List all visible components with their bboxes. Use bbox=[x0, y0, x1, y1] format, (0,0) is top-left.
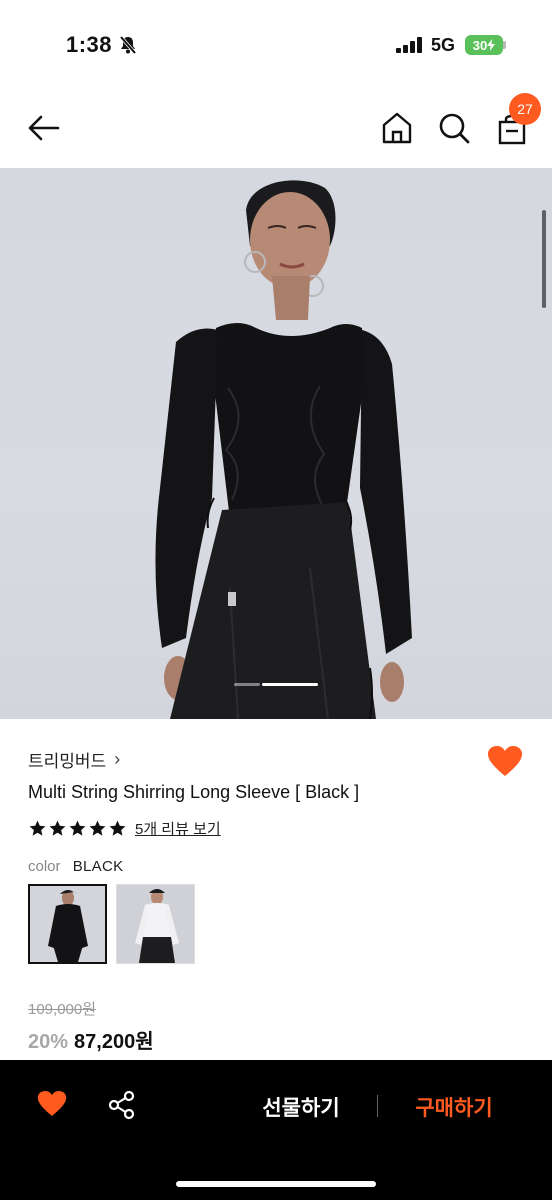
home-icon bbox=[382, 112, 412, 144]
review-link[interactable]: 5개 리뷰 보기 bbox=[135, 818, 221, 839]
product-title: Multi String Shirring Long Sleeve [ Blac… bbox=[28, 782, 360, 802]
charging-icon bbox=[487, 39, 496, 51]
color-row: color BLACK bbox=[28, 858, 123, 875]
carousel-indicator-active bbox=[262, 683, 318, 686]
sale-price: 87,200원 bbox=[74, 1031, 154, 1053]
star-icon bbox=[109, 820, 126, 836]
home-indicator bbox=[176, 1181, 376, 1187]
signal-icon bbox=[396, 37, 422, 53]
brand-link[interactable]: 트리밍버드 › bbox=[28, 747, 120, 772]
star-icon bbox=[89, 820, 106, 836]
star-icon bbox=[69, 820, 86, 836]
network-label: 5G bbox=[431, 35, 456, 55]
swatch-black-thumbnail bbox=[30, 886, 105, 962]
share-icon bbox=[108, 1090, 135, 1120]
bottom-action-bar: 선물하기 구매하기 bbox=[0, 1060, 552, 1200]
home-button[interactable] bbox=[380, 110, 414, 146]
heart-icon bbox=[488, 745, 522, 776]
carousel-indicator-inactive bbox=[234, 683, 260, 686]
chevron-right-icon: › bbox=[114, 749, 121, 769]
color-swatch-black[interactable] bbox=[28, 884, 107, 964]
rating-stars bbox=[28, 819, 127, 838]
battery-cap bbox=[503, 41, 506, 49]
buy-button[interactable]: 구매하기 bbox=[400, 1090, 508, 1124]
mute-icon bbox=[119, 35, 137, 55]
model-photo bbox=[155, 180, 412, 719]
discount-rate: 20% bbox=[28, 1031, 69, 1053]
share-button[interactable] bbox=[106, 1090, 138, 1122]
back-button[interactable] bbox=[26, 110, 62, 146]
battery-indicator: 30 bbox=[465, 35, 503, 55]
battery-level: 30 bbox=[472, 37, 488, 53]
original-price: 109,000원 bbox=[28, 1001, 97, 1018]
price-row: 20% 87,200원 bbox=[28, 1025, 154, 1054]
star-icon bbox=[49, 820, 66, 836]
rating-row: 5개 리뷰 보기 bbox=[28, 818, 221, 839]
nav-bar: 27 bbox=[0, 90, 552, 168]
wishlist-button[interactable] bbox=[36, 1090, 68, 1120]
product-image[interactable] bbox=[0, 168, 552, 719]
swatch-white-thumbnail bbox=[117, 885, 194, 963]
color-label: color bbox=[28, 858, 61, 875]
cart-count-badge: 27 bbox=[509, 93, 541, 125]
search-button[interactable] bbox=[437, 110, 471, 146]
status-time: 1:38 bbox=[66, 32, 113, 57]
color-swatch-white[interactable] bbox=[116, 884, 195, 964]
color-value: BLACK bbox=[72, 858, 124, 875]
bottom-divider bbox=[377, 1095, 378, 1117]
brand-name: 트리밍버드 bbox=[28, 752, 107, 771]
star-icon bbox=[29, 820, 46, 836]
back-arrow-icon bbox=[28, 115, 60, 141]
favorite-button[interactable] bbox=[486, 744, 524, 780]
search-icon bbox=[439, 113, 470, 144]
status-bar: 1:38 5G 30 bbox=[0, 0, 552, 90]
image-scrollbar[interactable] bbox=[542, 210, 546, 308]
gift-button[interactable]: 선물하기 bbox=[248, 1090, 354, 1124]
heart-icon bbox=[37, 1091, 67, 1116]
